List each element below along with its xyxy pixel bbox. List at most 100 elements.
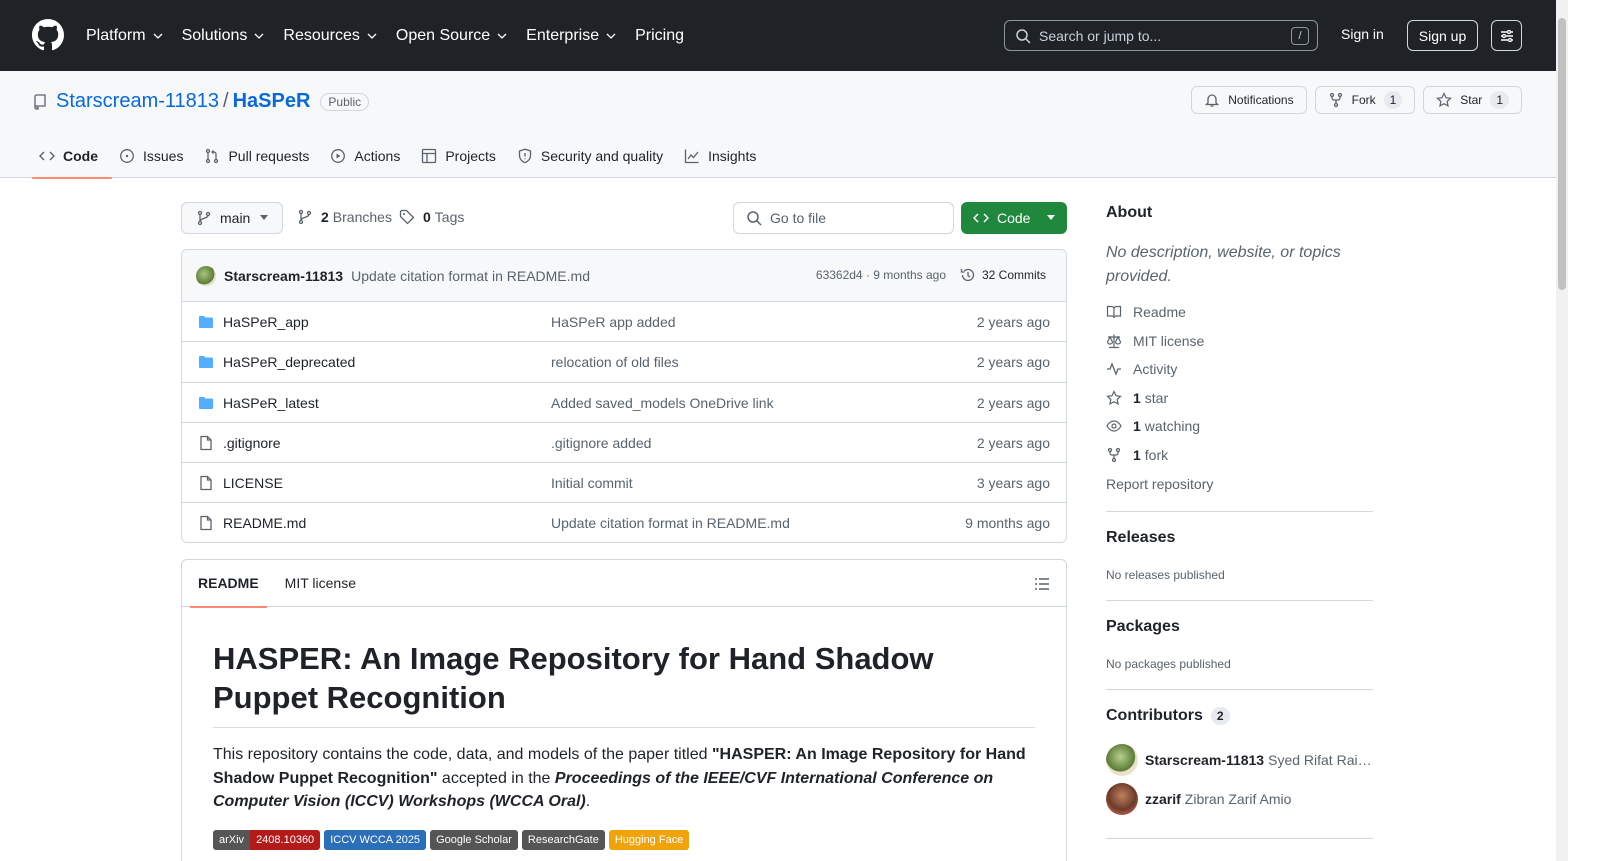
visibility-badge: Public — [320, 92, 370, 111]
file-name-link[interactable]: HaSPeR_latest — [223, 395, 319, 411]
readme-badge[interactable]: arXiv 2408.10360 — [213, 830, 321, 850]
report-repository-link[interactable]: Report repository — [1106, 476, 1213, 492]
file-commit-message[interactable]: .gitignore added — [551, 435, 651, 451]
contributor-item[interactable]: zzarif Zibran Zarif Amio — [1106, 783, 1372, 815]
tab-projects[interactable]: Projects — [414, 134, 510, 178]
nav-resources[interactable]: Resources — [283, 27, 377, 45]
avatar — [1106, 744, 1138, 776]
file-commit-message[interactable]: Initial commit — [551, 475, 633, 491]
file-age: 3 years ago — [976, 475, 1050, 492]
book-icon — [1106, 305, 1122, 319]
branches-link[interactable]: 2 Branches — [297, 209, 392, 225]
file-icon — [200, 476, 212, 491]
nav-pricing[interactable]: Pricing — [635, 27, 684, 45]
file-commit-message[interactable]: Update citation format in README.md — [551, 515, 790, 531]
commit-meta[interactable]: 63362d4 · 9 months ago — [816, 268, 946, 282]
sidebar-link-watching[interactable]: 1 watching — [1106, 418, 1200, 434]
tab-issues[interactable]: Issues — [112, 134, 197, 178]
sign-in-link[interactable]: Sign in — [1341, 26, 1384, 42]
commit-author-link[interactable]: Starscream-11813 — [224, 268, 343, 284]
notifications-button[interactable]: Notifications — [1191, 86, 1307, 114]
file-row[interactable]: HaSPeR_deprecated relocation of old files… — [182, 342, 1066, 383]
tab-mit-license[interactable]: MIT license — [277, 560, 364, 607]
go-to-file-input[interactable]: Go to file — [733, 202, 954, 234]
releases-heading[interactable]: Releases — [1106, 529, 1175, 547]
file-age: 9 months ago — [965, 515, 1050, 532]
caret-down-icon — [260, 215, 268, 220]
avatar — [1106, 783, 1138, 815]
contributors-count: 2 — [1210, 707, 1230, 725]
file-row[interactable]: LICENSE Initial commit 3 years ago — [182, 463, 1066, 504]
menu-button[interactable] — [1491, 20, 1522, 51]
commits-link[interactable]: 32 Commits — [960, 267, 1046, 283]
tab-pull-requests[interactable]: Pull requests — [197, 134, 323, 178]
pulse-icon — [1107, 362, 1121, 376]
sidebar-link-fork[interactable]: 1 fork — [1106, 447, 1168, 463]
tag-icon — [399, 209, 415, 225]
tab-insights[interactable]: Insights — [677, 134, 770, 178]
packages-empty: No packages published — [1106, 657, 1231, 671]
nav-solutions[interactable]: Solutions — [182, 27, 266, 45]
sidebar-link-activity[interactable]: Activity — [1106, 361, 1177, 377]
star-button[interactable]: Star 1 — [1423, 86, 1522, 114]
tab-security[interactable]: Security and quality — [510, 134, 677, 178]
tab-code[interactable]: Code — [32, 134, 112, 179]
readme-badge[interactable]: ResearchGate — [521, 830, 605, 850]
releases-empty: No releases published — [1106, 568, 1225, 582]
file-name-link[interactable]: HaSPeR_app — [223, 314, 309, 330]
fork-icon — [1329, 92, 1342, 108]
fork-icon — [1107, 447, 1121, 462]
shield-icon — [518, 148, 532, 164]
badges-row: arXiv 2408.10360 ICCV WCCA 2025 Google Scho… — [213, 830, 690, 850]
file-commit-message[interactable]: Added saved_models OneDrive link — [551, 395, 774, 411]
readme-badge[interactable]: Hugging Face — [608, 830, 690, 850]
search-icon — [747, 211, 762, 226]
nav-open-source[interactable]: Open Source — [396, 27, 508, 45]
code-dropdown-button[interactable]: Code — [961, 202, 1067, 234]
readme-badge[interactable]: Google Scholar — [430, 830, 518, 850]
sidebar-link-readme[interactable]: Readme — [1106, 304, 1186, 320]
divider — [1106, 600, 1373, 601]
branch-selector[interactable]: main — [181, 202, 283, 234]
branch-bar: main 2 Branches 0 Tags Go to file Code — [181, 202, 1067, 234]
list-icon[interactable] — [1034, 576, 1050, 592]
file-row[interactable]: HaSPeR_latest Added saved_models OneDrive… — [182, 383, 1066, 423]
file-name-link[interactable]: .gitignore — [223, 435, 281, 451]
repo-name-link[interactable]: HaSPeR — [233, 90, 311, 113]
slash-shortcut-key: / — [1291, 27, 1309, 45]
play-icon — [331, 149, 346, 163]
sign-up-button[interactable]: Sign up — [1407, 20, 1478, 51]
file-row[interactable]: README.md Update citation format in READM… — [182, 503, 1066, 542]
contributor-item[interactable]: Starscream-11813 Syed Rifat Raiyan — [1106, 744, 1372, 776]
pull-request-icon — [206, 148, 219, 164]
divider — [1106, 838, 1373, 839]
file-name-link[interactable]: HaSPeR_deprecated — [223, 354, 355, 370]
github-logo-icon[interactable] — [32, 19, 64, 51]
file-row[interactable]: HaSPeR_app HaSPeR app added 2 years ago — [182, 302, 1066, 343]
fork-button[interactable]: Fork 1 — [1314, 86, 1416, 114]
file-commit-message[interactable]: HaSPeR app added — [551, 314, 676, 330]
repo-owner-link[interactable]: Starscream-11813 — [56, 90, 219, 113]
sidebar-link-star[interactable]: 1 star — [1106, 390, 1168, 406]
sidebar-link-mit-license[interactable]: MIT license — [1106, 333, 1204, 349]
nav-enterprise[interactable]: Enterprise — [526, 27, 617, 45]
file-row[interactable]: .gitignore .gitignore added 2 years ago — [182, 423, 1066, 464]
tab-actions[interactable]: Actions — [323, 134, 414, 178]
scrollbar-thumb[interactable] — [1558, 18, 1566, 290]
file-name-link[interactable]: README.md — [223, 515, 306, 531]
readme-badge[interactable]: ICCV WCCA 2025 — [324, 830, 427, 850]
bell-icon — [1205, 94, 1220, 107]
search-placeholder: Search or jump to... — [1039, 27, 1162, 44]
packages-heading[interactable]: Packages — [1106, 618, 1180, 636]
commit-message-link[interactable]: Update citation format in README.md — [351, 268, 590, 284]
chevron-down-icon — [497, 33, 507, 39]
avatar[interactable] — [196, 265, 216, 286]
nav-platform[interactable]: Platform — [86, 27, 164, 45]
file-name-link[interactable]: LICENSE — [223, 475, 283, 491]
tab-readme[interactable]: README — [190, 560, 267, 608]
file-commit-message[interactable]: relocation of old files — [551, 354, 679, 370]
tags-link[interactable]: 0 Tags — [399, 209, 464, 225]
global-search-input[interactable]: Search or jump to... / — [1004, 20, 1318, 51]
code-icon — [973, 213, 989, 223]
contributors-heading[interactable]: Contributors 2 — [1106, 707, 1230, 725]
